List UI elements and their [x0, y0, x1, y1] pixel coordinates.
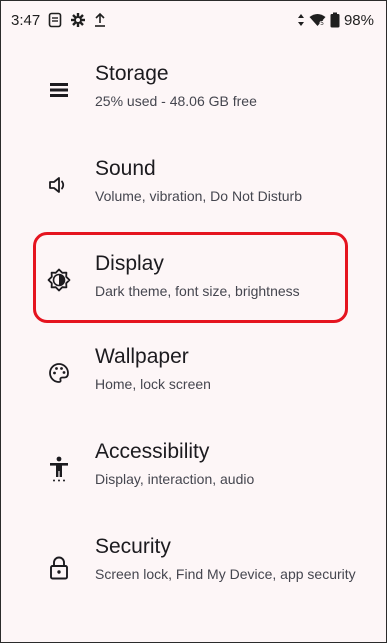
- setting-storage-title: Storage: [95, 62, 169, 85]
- status-bar: 3:47 5 98%: [0, 0, 387, 40]
- setting-sound-text: Sound Volume, vibration, Do Not Disturb: [95, 157, 365, 205]
- battery-icon: [330, 12, 340, 28]
- setting-storage-text: Storage 25% used - 48.06 GB free: [95, 62, 365, 110]
- sim-icon: [48, 12, 62, 28]
- svg-text:5: 5: [320, 20, 324, 27]
- setting-accessibility-summary: Display, interaction, audio: [95, 471, 255, 487]
- storage-icon: [46, 77, 72, 103]
- setting-security-summary: Screen lock, Find My Device, app securit…: [95, 566, 356, 582]
- palette-icon: [46, 360, 72, 386]
- setting-wallpaper-text: Wallpaper Home, lock screen: [95, 345, 365, 393]
- status-time: 3:47: [11, 11, 41, 29]
- accessibility-icon: [46, 456, 72, 482]
- setting-accessibility-title: Accessibility: [95, 440, 210, 463]
- vibrate-icon: [297, 13, 305, 27]
- status-right: 5 98%: [297, 12, 374, 29]
- battery-level: 98%: [343, 11, 374, 29]
- status-left: 3:47: [11, 12, 106, 29]
- upload-icon: [94, 12, 106, 28]
- setting-storage-summary: 25% used - 48.06 GB free: [95, 93, 257, 109]
- display-highlight-box: [33, 232, 348, 323]
- setting-sound-summary: Volume, vibration, Do Not Disturb: [95, 188, 302, 204]
- wifi-icon: 5: [309, 13, 326, 27]
- speaker-icon: [46, 172, 72, 198]
- setting-sound-title: Sound: [95, 157, 156, 180]
- lock-icon: [46, 555, 72, 581]
- gear-icon: [70, 12, 86, 28]
- setting-wallpaper-summary: Home, lock screen: [95, 376, 211, 392]
- setting-wallpaper-title: Wallpaper: [95, 345, 189, 368]
- setting-security-title: Security: [95, 535, 171, 558]
- setting-accessibility-text: Accessibility Display, interaction, audi…: [95, 440, 365, 488]
- setting-security-text: Security Screen lock, Find My Device, ap…: [95, 535, 365, 583]
